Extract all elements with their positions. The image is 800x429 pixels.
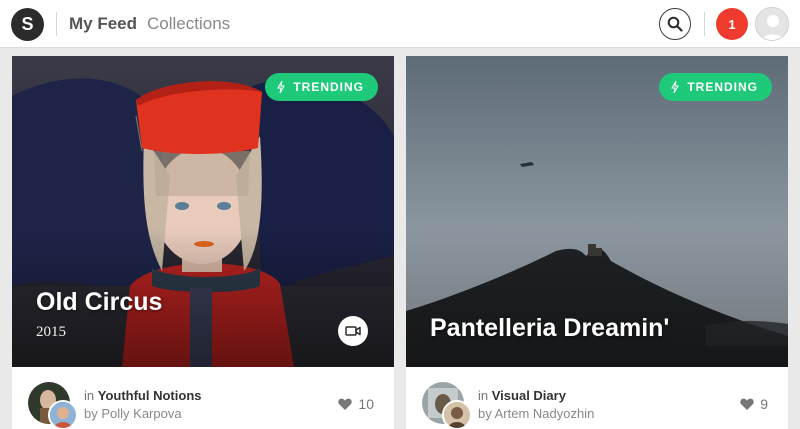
by-prefix: by — [478, 406, 492, 421]
nav-collections[interactable]: Collections — [147, 14, 230, 34]
trending-badge: TRENDING — [265, 73, 378, 101]
author-avatar-group[interactable] — [28, 382, 78, 429]
video-button[interactable] — [338, 316, 368, 346]
in-prefix: in — [84, 388, 95, 403]
notification-badge[interactable]: 1 — [716, 8, 748, 40]
story-year: 2015 — [36, 324, 66, 340]
author-link[interactable]: Artem Nadyozhin — [495, 406, 595, 421]
story-cover-image[interactable]: TRENDING Pantelleria Dreamin' — [406, 56, 788, 367]
like-count: 9 — [760, 396, 768, 412]
user-avatar-icon — [756, 8, 788, 40]
heart-icon — [740, 398, 754, 410]
header-divider — [704, 12, 705, 36]
story-meta: in Visual Diary by Artem Nadyozhin 9 — [406, 367, 788, 429]
collection-line: in Youthful Notions — [84, 387, 201, 405]
author-avatar[interactable] — [48, 400, 78, 429]
author-line: by Polly Karpova — [84, 405, 201, 423]
nav-my-feed[interactable]: My Feed — [69, 14, 137, 34]
profile-avatar[interactable] — [755, 7, 789, 41]
story-card[interactable]: TRENDING Pantelleria Dreamin' in Visual … — [406, 56, 788, 429]
video-camera-icon — [345, 326, 361, 336]
like-button[interactable]: 9 — [740, 396, 768, 412]
collection-link[interactable]: Visual Diary — [492, 388, 566, 403]
search-icon — [667, 16, 683, 32]
heart-icon — [338, 398, 353, 410]
search-button[interactable] — [659, 8, 691, 40]
story-attribution: in Visual Diary by Artem Nadyozhin — [478, 387, 594, 423]
lightning-icon — [277, 81, 286, 93]
collection-line: in Visual Diary — [478, 387, 594, 405]
story-meta: in Youthful Notions by Polly Karpova 10 — [12, 367, 394, 429]
nav-divider — [56, 12, 57, 36]
like-count: 10 — [358, 396, 374, 412]
in-prefix: in — [478, 388, 489, 403]
author-line: by Artem Nadyozhin — [478, 405, 594, 423]
story-attribution: in Youthful Notions by Polly Karpova — [84, 387, 201, 423]
author-avatar[interactable] — [442, 400, 472, 429]
app-logo[interactable]: S — [11, 8, 44, 41]
trending-badge: TRENDING — [659, 73, 772, 101]
trending-label: TRENDING — [687, 80, 758, 94]
by-prefix: by — [84, 406, 98, 421]
collection-link[interactable]: Youthful Notions — [98, 388, 202, 403]
story-cover-image[interactable]: TRENDING Old Circus 2015 — [12, 56, 394, 367]
author-link[interactable]: Polly Karpova — [101, 406, 181, 421]
author-avatar-group[interactable] — [422, 382, 472, 429]
story-title[interactable]: Pantelleria Dreamin' — [430, 314, 669, 343]
lightning-icon — [671, 81, 680, 93]
top-bar: S My Feed Collections 1 — [0, 0, 800, 48]
story-card[interactable]: TRENDING Old Circus 2015 in Youthful Not… — [12, 56, 394, 429]
story-title[interactable]: Old Circus — [36, 288, 162, 317]
trending-label: TRENDING — [293, 80, 364, 94]
like-button[interactable]: 10 — [338, 396, 374, 412]
